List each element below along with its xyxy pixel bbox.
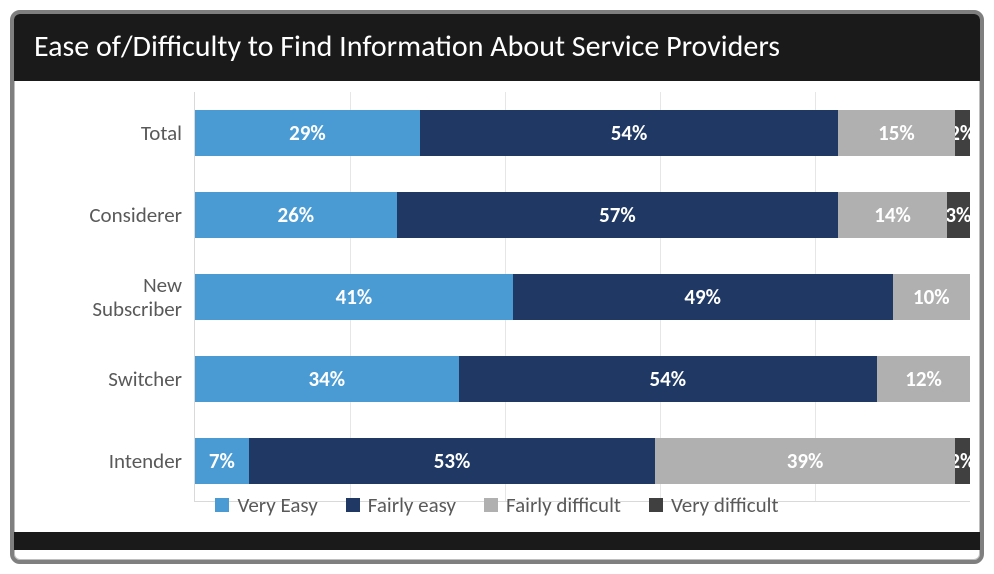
bar-segment: 7% xyxy=(195,438,249,484)
chart-frame: Ease of/Difficulty to Find Information A… xyxy=(10,10,984,564)
bar-segment: 57% xyxy=(397,192,839,238)
legend-swatch xyxy=(484,498,498,512)
bar-segment: 54% xyxy=(420,110,839,156)
bar-segment: 12% xyxy=(877,356,970,402)
bar-row: 7%53%39%2% xyxy=(195,438,970,484)
bar-segment: 34% xyxy=(195,356,459,402)
bar-segment: 54% xyxy=(459,356,878,402)
bars-container: 29%54%15%2%26%57%14%3%41%49%10%34%54%12%… xyxy=(194,92,970,502)
bar-segment: 15% xyxy=(838,110,954,156)
bar-segment: 10% xyxy=(893,274,971,320)
bar-segment: 29% xyxy=(195,110,420,156)
legend-swatch xyxy=(346,498,360,512)
bar-segment: 2% xyxy=(955,110,971,156)
bar-segment: 14% xyxy=(838,192,947,238)
legend-item: Very Easy xyxy=(215,492,317,518)
bar-segment: 2% xyxy=(955,438,970,484)
y-axis-label: Total xyxy=(22,121,182,145)
y-axis-label: Switcher xyxy=(22,367,182,391)
bar-row: 34%54%12% xyxy=(195,356,970,402)
chart-title: Ease of/Difficulty to Find Information A… xyxy=(14,14,980,81)
legend-swatch xyxy=(649,498,663,512)
bar-segment: 49% xyxy=(513,274,893,320)
legend-swatch xyxy=(215,498,229,512)
legend: Very Easy Fairly easy Fairly difficult Very… xyxy=(14,492,980,550)
legend-item: Fairly difficult xyxy=(484,492,621,518)
bar-segment: 53% xyxy=(249,438,656,484)
bar-segment: 39% xyxy=(655,438,954,484)
y-axis-label: NewSubscriber xyxy=(22,273,182,321)
legend-item: Fairly easy xyxy=(346,492,456,518)
bar-row: 41%49%10% xyxy=(195,274,970,320)
bar-segment: 3% xyxy=(947,192,970,238)
bar-row: 26%57%14%3% xyxy=(195,192,970,238)
legend-label: Very difficult xyxy=(671,492,779,518)
y-axis-label: Intender xyxy=(22,449,182,473)
y-axis-labels: Total Considerer NewSubscriber Switcher Inte… xyxy=(14,92,194,502)
legend-label: Fairly difficult xyxy=(506,492,621,518)
legend-label: Fairly easy xyxy=(368,492,456,518)
bar-segment: 26% xyxy=(195,192,397,238)
legend-item: Very difficult xyxy=(649,492,779,518)
bar-segment: 41% xyxy=(195,274,513,320)
plot-area: Total Considerer NewSubscriber Switcher Inte… xyxy=(14,92,980,502)
legend-label: Very Easy xyxy=(237,492,317,518)
bar-row: 29%54%15%2% xyxy=(195,110,970,156)
y-axis-label: Considerer xyxy=(22,203,182,227)
